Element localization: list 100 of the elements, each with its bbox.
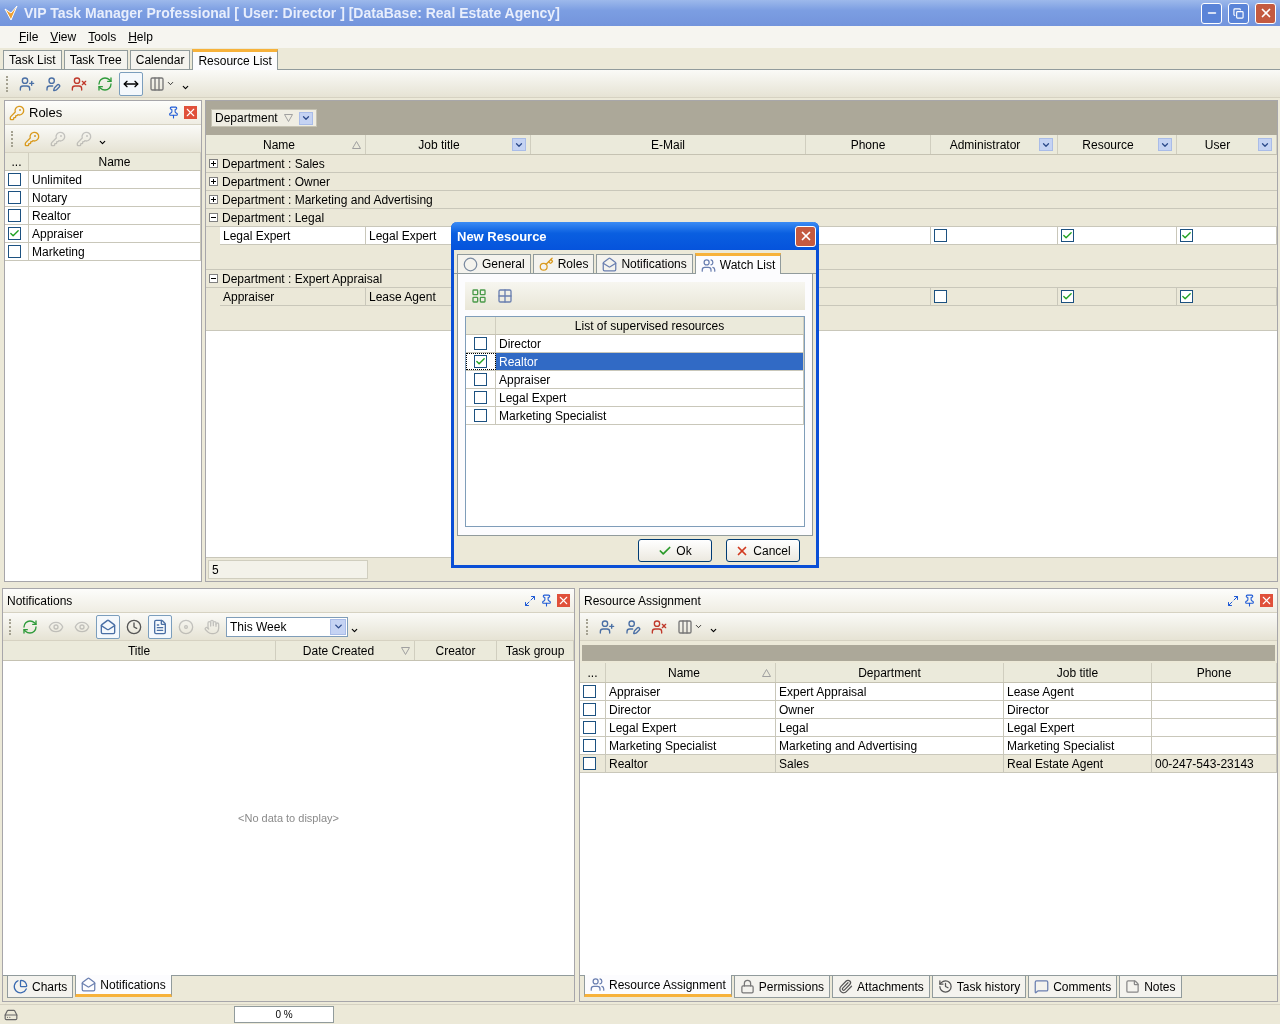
restore-icon <box>1233 7 1244 19</box>
checkbox[interactable] <box>583 721 596 734</box>
close-icon[interactable] <box>184 106 197 119</box>
overflow-caret-icon[interactable] <box>709 626 718 635</box>
tab[interactable]: Resource Assignment <box>584 975 732 997</box>
list-item[interactable]: Legal Expert <box>496 389 804 406</box>
maximize-icon[interactable] <box>1227 594 1239 607</box>
list-item[interactable]: Director <box>496 335 804 352</box>
checkbox[interactable] <box>8 191 21 204</box>
column-header[interactable]: Job title <box>370 137 508 152</box>
tab[interactable]: Calendar <box>129 50 191 69</box>
dropdown-button[interactable] <box>298 111 313 125</box>
checkbox[interactable] <box>1061 229 1074 242</box>
column-header[interactable]: Date Created <box>280 643 397 658</box>
checkbox[interactable] <box>934 229 947 242</box>
period-dropdown[interactable]: This Week <box>226 616 348 637</box>
list-item[interactable]: Appraiser <box>496 371 804 388</box>
tab[interactable]: Resource List <box>192 49 278 70</box>
filter-button[interactable] <box>1258 138 1272 151</box>
ok-button[interactable]: Ok <box>638 539 712 562</box>
tab[interactable]: General <box>457 254 531 273</box>
column-header[interactable]: Title <box>7 643 271 658</box>
maximize-icon[interactable] <box>524 594 536 607</box>
checkbox[interactable] <box>1061 290 1074 303</box>
list-item[interactable]: Marketing Specialist <box>496 407 804 424</box>
group-by-chip[interactable]: Department <box>211 109 317 127</box>
checkbox[interactable] <box>474 391 487 404</box>
column-header[interactable]: Phone <box>810 137 926 152</box>
envelope-icon <box>100 618 116 635</box>
checkbox[interactable] <box>474 409 487 422</box>
tab[interactable]: Task Tree <box>63 50 128 69</box>
overflow-caret-icon[interactable] <box>350 626 359 635</box>
checkbox[interactable] <box>8 173 21 186</box>
tab[interactable]: Attachments <box>832 976 930 998</box>
tab[interactable]: Notifications <box>596 254 693 273</box>
checkbox[interactable] <box>1180 290 1193 303</box>
checkbox[interactable] <box>474 373 487 386</box>
column-header[interactable]: E-Mail <box>535 137 801 152</box>
close-button[interactable] <box>1255 2 1276 24</box>
column-header[interactable]: ... <box>584 665 601 680</box>
toolbar-button[interactable] <box>119 71 143 96</box>
tab[interactable]: Notifications <box>75 975 172 997</box>
checkbox[interactable] <box>8 245 21 258</box>
close-icon[interactable] <box>557 594 570 607</box>
tab[interactable]: Notes <box>1119 976 1182 998</box>
checkbox[interactable] <box>474 355 487 368</box>
column-header[interactable]: Creator <box>419 643 492 658</box>
expand-icon[interactable] <box>209 177 218 186</box>
checkbox[interactable] <box>583 703 596 716</box>
checkbox[interactable] <box>583 739 596 752</box>
overflow-caret-icon[interactable] <box>98 138 107 147</box>
checkbox[interactable] <box>8 227 21 240</box>
filter-button[interactable] <box>1039 138 1053 151</box>
checkbox[interactable] <box>934 290 947 303</box>
restore-button[interactable] <box>1228 2 1249 24</box>
column-header[interactable]: ... <box>5 153 29 170</box>
tab[interactable]: Permissions <box>733 976 831 998</box>
column-header[interactable]: Name <box>29 153 201 170</box>
close-button[interactable] <box>795 225 816 247</box>
column-header[interactable]: Name <box>210 137 348 152</box>
column-header[interactable]: User <box>1181 137 1254 152</box>
checkbox[interactable] <box>8 209 21 222</box>
tab[interactable]: Roles <box>532 254 595 273</box>
checkbox[interactable] <box>474 337 487 350</box>
checkbox[interactable] <box>1180 229 1193 242</box>
close-icon[interactable] <box>1260 594 1273 607</box>
tab[interactable]: Comments <box>1028 976 1118 998</box>
tab[interactable]: Task List <box>3 50 62 69</box>
tab[interactable]: Task history <box>931 976 1027 998</box>
column-header[interactable]: Task group <box>501 643 569 658</box>
tab[interactable]: Charts <box>7 976 74 998</box>
grid-icon <box>471 288 487 304</box>
collapse-icon[interactable] <box>209 213 218 222</box>
checkbox[interactable] <box>583 757 596 770</box>
pin-icon[interactable] <box>540 594 553 607</box>
column-header[interactable]: Department <box>780 665 999 680</box>
filter-button[interactable] <box>512 138 526 151</box>
expand-icon[interactable] <box>209 195 218 204</box>
menu-item[interactable]: Help <box>123 28 158 46</box>
dropdown-button[interactable] <box>330 618 346 635</box>
pin-icon[interactable] <box>1243 594 1256 607</box>
key-icon <box>9 104 25 121</box>
overflow-caret-icon[interactable] <box>181 83 190 92</box>
cancel-button[interactable]: Cancel <box>726 539 800 562</box>
menu-item[interactable]: Tools <box>83 28 122 46</box>
collapse-icon[interactable] <box>209 274 218 283</box>
expand-icon[interactable] <box>209 159 218 168</box>
checkbox[interactable] <box>583 685 596 698</box>
pin-icon[interactable] <box>167 106 180 119</box>
menu-item[interactable]: File <box>14 28 44 46</box>
menu-item[interactable]: View <box>45 28 82 46</box>
column-header[interactable]: Name <box>610 665 758 680</box>
column-header[interactable]: Resource <box>1062 137 1154 152</box>
column-header[interactable]: Phone <box>1156 665 1272 680</box>
user-plus-icon <box>599 618 615 635</box>
column-header[interactable]: Job title <box>1008 665 1147 680</box>
minimize-button[interactable] <box>1201 2 1222 24</box>
tab[interactable]: Watch List <box>694 253 782 274</box>
filter-button[interactable] <box>1158 138 1172 151</box>
column-header[interactable]: Administrator <box>935 137 1035 152</box>
